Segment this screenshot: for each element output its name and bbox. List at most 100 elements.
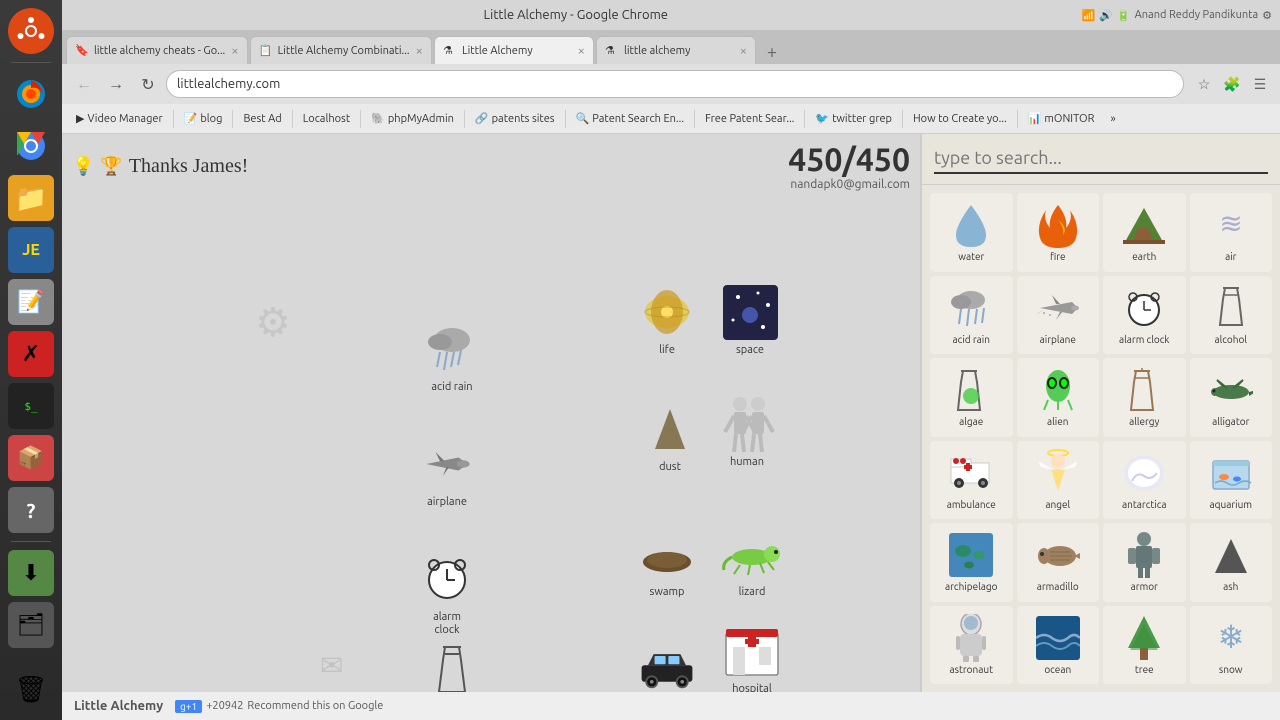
canvas-car[interactable]: car bbox=[637, 637, 697, 692]
bookmark-free-patent[interactable]: Free Patent Sear... bbox=[699, 111, 800, 127]
chrome-window: Little Alchemy - Google Chrome 📶 🔊 🔋 Lit… bbox=[62, 0, 1280, 720]
back-button[interactable]: ← bbox=[70, 70, 98, 98]
tab-0[interactable]: 🔖 little alchemy cheats - Go... × bbox=[66, 36, 248, 64]
element-archipelago[interactable]: archipelago bbox=[930, 523, 1013, 602]
install-icon[interactable]: ⬇ bbox=[8, 550, 54, 596]
canvas-life[interactable]: life bbox=[637, 282, 697, 356]
forward-button[interactable]: → bbox=[102, 70, 130, 98]
bookmark-patents[interactable]: 🔗 patents sites bbox=[469, 110, 561, 127]
canvas-dust[interactable]: dust bbox=[640, 399, 700, 473]
element-algae[interactable]: algae bbox=[930, 358, 1013, 437]
element-ocean[interactable]: ocean bbox=[1017, 606, 1100, 685]
element-astronaut[interactable]: astronaut bbox=[930, 606, 1013, 685]
element-antarctica-label: antarctica bbox=[1122, 499, 1166, 511]
bookmark-twitter-grep[interactable]: 🐦 twitter grep bbox=[809, 110, 898, 127]
element-alien[interactable]: alien bbox=[1017, 358, 1100, 437]
svg-text:≋: ≋ bbox=[1219, 208, 1242, 239]
bookmark-blog[interactable]: 📝 blog bbox=[178, 110, 229, 127]
tab-3[interactable]: ⚗ little alchemy × bbox=[596, 36, 756, 64]
bookmark-sep-9 bbox=[902, 110, 903, 128]
tab-1-close[interactable]: × bbox=[410, 44, 423, 58]
element-angel[interactable]: angel bbox=[1017, 441, 1100, 520]
canvas-alcohol[interactable]: alcohol bbox=[422, 642, 482, 692]
canvas-alarm-clock[interactable]: alarmclock bbox=[417, 549, 477, 637]
bookmark-localhost[interactable]: Localhost bbox=[297, 111, 356, 127]
synaptic-icon[interactable]: 📦 bbox=[8, 435, 54, 481]
element-acid-rain[interactable]: acid rain bbox=[930, 276, 1013, 355]
element-fire-label: fire bbox=[1050, 251, 1066, 263]
tab-2-label: Little Alchemy bbox=[462, 45, 533, 57]
trash-icon[interactable]: 🗑 bbox=[8, 666, 54, 712]
bookmark-how-to[interactable]: How to Create yo... bbox=[907, 111, 1013, 127]
canvas-hospital-label: hospital bbox=[722, 683, 782, 692]
element-aquarium[interactable]: aquarium bbox=[1190, 441, 1273, 520]
element-angel-label: angel bbox=[1045, 499, 1070, 511]
element-alligator[interactable]: alligator bbox=[1190, 358, 1273, 437]
tab-2-close[interactable]: × bbox=[572, 44, 585, 58]
new-tab-button[interactable]: + bbox=[758, 40, 786, 64]
reload-button[interactable]: ↻ bbox=[134, 70, 162, 98]
firefox-icon[interactable] bbox=[8, 71, 54, 117]
element-armor[interactable]: armor bbox=[1103, 523, 1186, 602]
recommend-text: Recommend this on Google bbox=[247, 700, 383, 712]
element-tree[interactable]: tree bbox=[1103, 606, 1186, 685]
files-icon[interactable]: 🗂 bbox=[8, 602, 54, 648]
element-algae-label: algae bbox=[959, 416, 983, 428]
canvas-swamp[interactable]: swamp bbox=[637, 524, 697, 598]
element-armor-label: armor bbox=[1131, 581, 1158, 593]
bookmark-star-icon[interactable]: ☆ bbox=[1192, 72, 1216, 96]
element-snow[interactable]: ❄ snow bbox=[1190, 606, 1273, 685]
element-earth[interactable]: earth bbox=[1103, 193, 1186, 272]
search-input[interactable] bbox=[934, 144, 1268, 174]
g1-button[interactable]: g+1 +20942 Recommend this on Google bbox=[175, 700, 383, 713]
tab-2[interactable]: ⚗ Little Alchemy × bbox=[434, 36, 594, 64]
element-ash[interactable]: ash bbox=[1190, 523, 1273, 602]
element-alarm-clock[interactable]: alarm clock bbox=[1103, 276, 1186, 355]
branding-label: Little Alchemy bbox=[74, 699, 163, 713]
bookmark-monitor[interactable]: 📊 mONITOR bbox=[1022, 110, 1101, 127]
bookmark-best-ad[interactable]: Best Ad bbox=[237, 111, 287, 127]
extensions-icon[interactable]: 🧩 bbox=[1220, 72, 1244, 96]
canvas-hospital[interactable]: hospital bbox=[722, 621, 782, 692]
tab-0-close[interactable]: × bbox=[225, 44, 238, 58]
element-antarctica[interactable]: antarctica bbox=[1103, 441, 1186, 520]
score-area: 450/450 nandapk0@gmail.com bbox=[788, 142, 910, 191]
bookmark-sep-8 bbox=[804, 110, 805, 128]
canvas-human[interactable]: human bbox=[717, 394, 777, 468]
help-icon[interactable]: ? bbox=[8, 487, 54, 533]
canvas-lizard[interactable]: lizard bbox=[722, 524, 782, 598]
element-air[interactable]: ≋ air bbox=[1190, 193, 1273, 272]
element-ambulance[interactable]: ambulance bbox=[930, 441, 1013, 520]
je-icon[interactable]: JE bbox=[8, 227, 54, 273]
more-bookmarks[interactable]: » bbox=[1104, 111, 1121, 127]
red-app-icon[interactable]: ✗ bbox=[8, 331, 54, 377]
bookmark-phpmyadmin[interactable]: 🐘 phpMyAdmin bbox=[365, 110, 460, 127]
element-water[interactable]: water bbox=[930, 193, 1013, 272]
url-bar[interactable]: littlealchemy.com bbox=[166, 70, 1184, 98]
element-allergy[interactable]: allergy bbox=[1103, 358, 1186, 437]
game-area[interactable]: ⚙ ✉ ☁ 💡 🏆 Thanks James! 450/450 nandapk0… bbox=[62, 134, 920, 692]
terminal-icon[interactable]: $_ bbox=[8, 383, 54, 429]
element-armadillo[interactable]: armadillo bbox=[1017, 523, 1100, 602]
element-ocean-label: ocean bbox=[1044, 664, 1071, 676]
bookmark-video-manager[interactable]: ▶ Video Manager bbox=[70, 110, 169, 127]
gear-decoration-1: ⚙ bbox=[255, 299, 291, 346]
tab-1[interactable]: 📋 Little Alchemy Combinati... × bbox=[250, 36, 432, 64]
canvas-acid-rain[interactable]: acid rain bbox=[422, 319, 482, 393]
canvas-space[interactable]: space bbox=[720, 282, 780, 356]
element-fire[interactable]: fire bbox=[1017, 193, 1100, 272]
text-editor-icon[interactable]: 📝 bbox=[8, 279, 54, 325]
canvas-human-label: human bbox=[717, 456, 777, 468]
tab-bar: 🔖 little alchemy cheats - Go... × 📋 Litt… bbox=[62, 30, 1280, 64]
chrome-menu-icon[interactable]: ☰ bbox=[1248, 72, 1272, 96]
element-water-label: water bbox=[958, 251, 984, 263]
element-alcohol[interactable]: alcohol bbox=[1190, 276, 1273, 355]
canvas-airplane[interactable]: airplane bbox=[417, 434, 477, 508]
tab-3-label: little alchemy bbox=[624, 45, 690, 57]
chrome-dock-icon[interactable] bbox=[8, 123, 54, 169]
folder-icon[interactable]: 📁 bbox=[8, 175, 54, 221]
element-airplane[interactable]: airplane bbox=[1017, 276, 1100, 355]
tab-3-close[interactable]: × bbox=[734, 44, 747, 58]
bookmark-patent-search[interactable]: 🔍 Patent Search En... bbox=[570, 110, 690, 127]
ubuntu-icon[interactable] bbox=[8, 8, 54, 54]
